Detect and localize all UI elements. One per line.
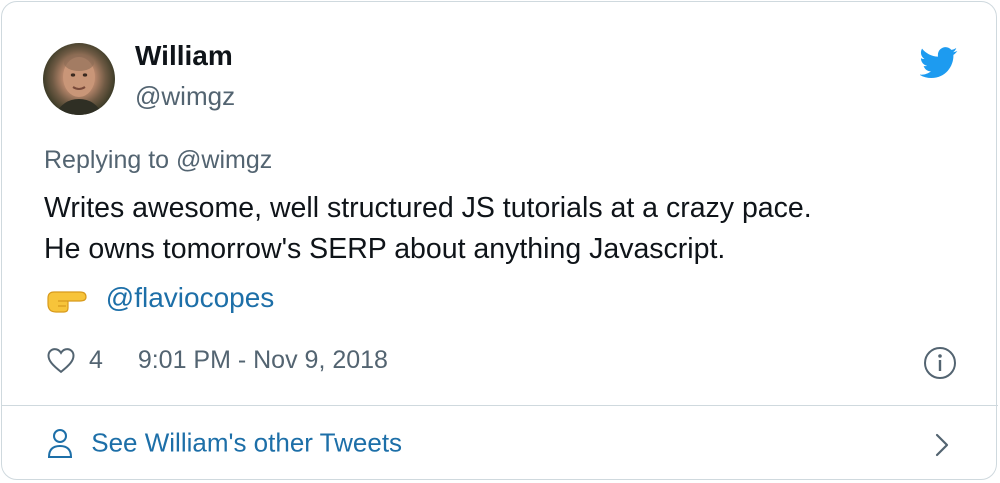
tweet-text: Writes awesome, well structured JS tutor… xyxy=(44,188,944,270)
twitter-bird-icon[interactable] xyxy=(920,47,958,79)
replying-prefix: Replying to xyxy=(44,146,170,174)
backhand-index-pointing-right-icon xyxy=(47,291,87,313)
author-name[interactable]: William xyxy=(135,40,233,72)
timestamp[interactable]: 9:01 PM - Nov 9, 2018 xyxy=(138,346,388,374)
tweet-text-line: Writes awesome, well structured JS tutor… xyxy=(44,192,812,224)
mention-line: @flaviocopes xyxy=(44,282,274,318)
see-other-tweets-link[interactable]: See William's other Tweets xyxy=(46,426,402,462)
heart-icon[interactable] xyxy=(46,346,76,374)
like-count[interactable]: 4 xyxy=(89,346,103,374)
author-handle[interactable]: @wimgz xyxy=(135,81,235,112)
info-icon[interactable] xyxy=(923,346,957,380)
person-icon xyxy=(47,429,73,459)
tweet-card: William @wimgz Replying to @wimgz Writes… xyxy=(1,1,998,480)
mention-link[interactable]: @flaviocopes xyxy=(106,282,275,313)
replying-handle-link[interactable]: @wimgz xyxy=(176,146,272,174)
chevron-right-icon[interactable] xyxy=(932,430,952,460)
tweet-text-line: He owns tomorrow's SERP about anything J… xyxy=(44,233,726,265)
divider xyxy=(2,405,998,406)
avatar[interactable] xyxy=(43,43,115,115)
tweet-meta: 4 9:01 PM - Nov 9, 2018 xyxy=(46,345,388,377)
replying-to: Replying to @wimgz xyxy=(44,146,272,175)
see-other-tweets-label[interactable]: See William's other Tweets xyxy=(91,428,402,458)
